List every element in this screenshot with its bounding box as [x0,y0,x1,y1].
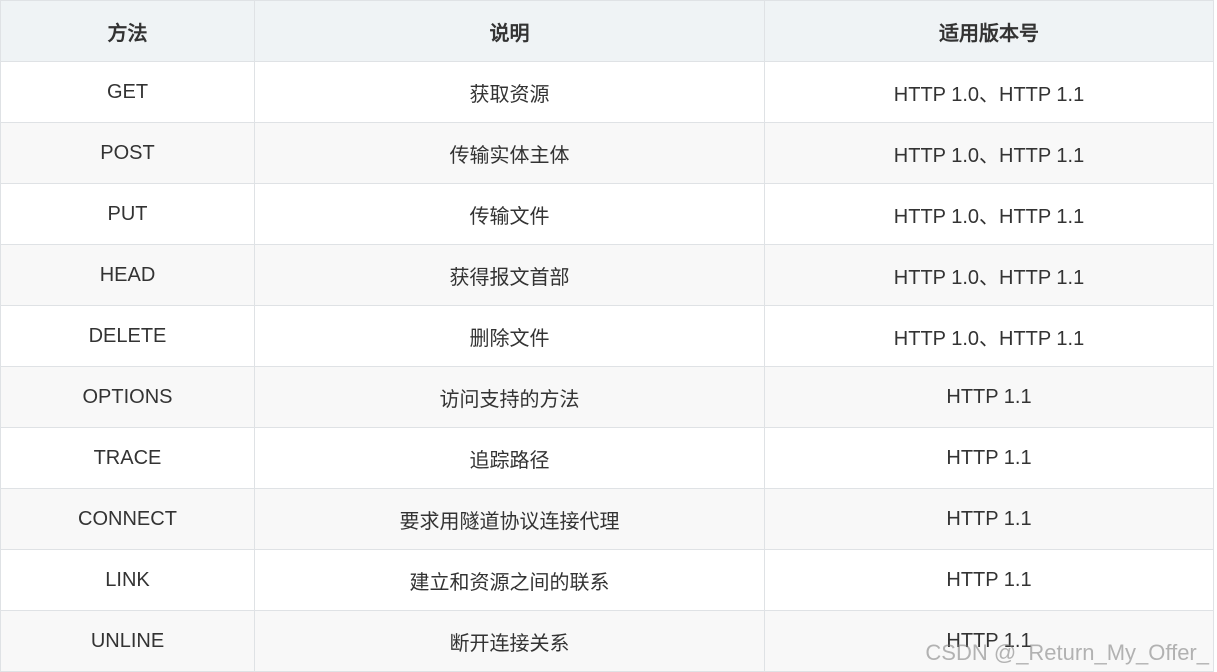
table-row: TRACE 追踪路径 HTTP 1.1 [0,427,1214,489]
cell-version: HTTP 1.1 [764,610,1214,672]
cell-method: CONNECT [0,488,255,550]
cell-description: 断开连接关系 [254,610,765,672]
cell-version: HTTP 1.0、HTTP 1.1 [764,305,1214,367]
cell-method: LINK [0,549,255,611]
cell-method: DELETE [0,305,255,367]
cell-method: TRACE [0,427,255,489]
cell-version: HTTP 1.1 [764,549,1214,611]
header-version: 适用版本号 [764,0,1214,62]
cell-version: HTTP 1.1 [764,427,1214,489]
http-methods-table: 方法 说明 适用版本号 GET 获取资源 HTTP 1.0、HTTP 1.1 P… [0,0,1214,672]
cell-version: HTTP 1.0、HTTP 1.1 [764,122,1214,184]
cell-description: 传输实体主体 [254,122,765,184]
cell-version: HTTP 1.0、HTTP 1.1 [764,244,1214,306]
cell-description: 获取资源 [254,61,765,123]
table-row: PUT 传输文件 HTTP 1.0、HTTP 1.1 [0,183,1214,245]
table-row: OPTIONS 访问支持的方法 HTTP 1.1 [0,366,1214,428]
cell-description: 访问支持的方法 [254,366,765,428]
table-row: UNLINE 断开连接关系 HTTP 1.1 [0,610,1214,672]
cell-method: PUT [0,183,255,245]
table-row: CONNECT 要求用隧道协议连接代理 HTTP 1.1 [0,488,1214,550]
table-header: 方法 说明 适用版本号 [0,0,1214,62]
header-description: 说明 [254,0,765,62]
cell-description: 获得报文首部 [254,244,765,306]
cell-method: GET [0,61,255,123]
cell-method: HEAD [0,244,255,306]
cell-description: 删除文件 [254,305,765,367]
cell-version: HTTP 1.1 [764,488,1214,550]
cell-version: HTTP 1.0、HTTP 1.1 [764,183,1214,245]
cell-version: HTTP 1.1 [764,366,1214,428]
cell-description: 建立和资源之间的联系 [254,549,765,611]
table-row: LINK 建立和资源之间的联系 HTTP 1.1 [0,549,1214,611]
cell-version: HTTP 1.0、HTTP 1.1 [764,61,1214,123]
table-row: POST 传输实体主体 HTTP 1.0、HTTP 1.1 [0,122,1214,184]
table-row: GET 获取资源 HTTP 1.0、HTTP 1.1 [0,61,1214,123]
table-row: HEAD 获得报文首部 HTTP 1.0、HTTP 1.1 [0,244,1214,306]
cell-method: OPTIONS [0,366,255,428]
cell-description: 追踪路径 [254,427,765,489]
cell-description: 要求用隧道协议连接代理 [254,488,765,550]
table-row: DELETE 删除文件 HTTP 1.0、HTTP 1.1 [0,305,1214,367]
cell-description: 传输文件 [254,183,765,245]
header-method: 方法 [0,0,255,62]
header-row: 方法 说明 适用版本号 [0,0,1214,62]
cell-method: UNLINE [0,610,255,672]
cell-method: POST [0,122,255,184]
table-body: GET 获取资源 HTTP 1.0、HTTP 1.1 POST 传输实体主体 H… [0,61,1214,672]
